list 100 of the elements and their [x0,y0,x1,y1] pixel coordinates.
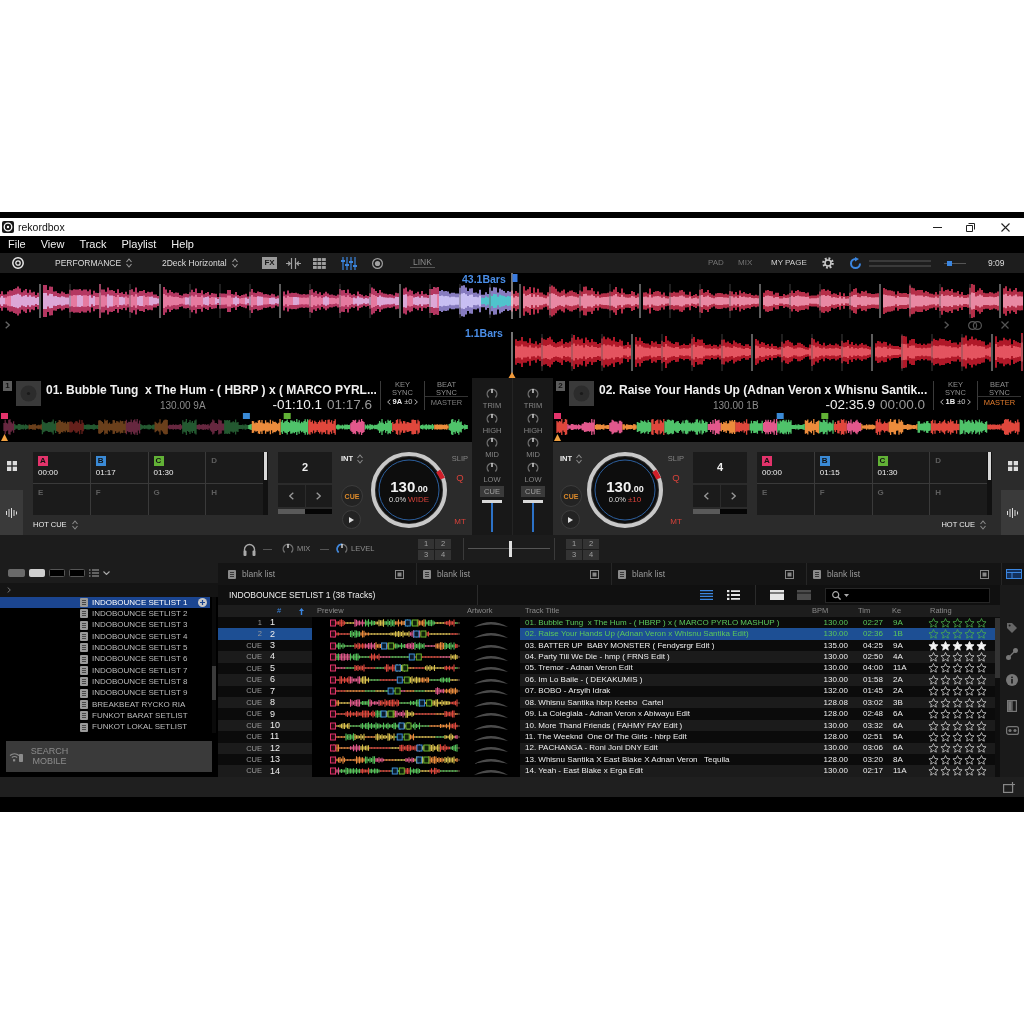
star-icon[interactable] [928,709,939,720]
menu-item[interactable]: Help [171,239,194,250]
star-icon[interactable] [928,686,939,697]
hot-cue-pad[interactable]: C 01:30 [148,452,206,483]
star-icon[interactable] [940,709,951,720]
star-icon[interactable] [928,754,939,765]
star-icon[interactable] [976,686,987,697]
star-icon[interactable] [952,731,963,742]
star-icon[interactable] [976,709,987,720]
star-icon[interactable] [940,629,951,640]
square-icon[interactable] [980,569,989,579]
square-icon[interactable] [395,569,404,579]
knob-icon[interactable] [486,388,498,400]
preview-waveform-drawing[interactable] [330,732,460,741]
knob-icon[interactable] [527,412,539,425]
star-icon[interactable] [940,731,951,742]
preview-waveform-drawing[interactable] [330,618,460,627]
square-icon[interactable] [590,569,599,579]
tag-icon[interactable] [1006,622,1018,634]
channel-fader[interactable] [522,500,544,532]
waveform-view-button[interactable] [1001,490,1024,535]
star-icon[interactable] [940,743,951,754]
play-button[interactable] [561,510,580,529]
star-icon[interactable] [964,617,975,628]
chevron-right-icon[interactable] [967,399,972,406]
chevron-right-icon[interactable] [7,587,11,593]
sliders-icon[interactable] [341,256,357,270]
tree-item[interactable]: INDOBOUNCE SETLIST 2 [0,608,210,620]
tree-item[interactable]: INDOBOUNCE SETLIST 1 [0,597,210,609]
crossfader-thumb[interactable] [508,541,512,557]
list-icon[interactable] [89,569,99,577]
preview-waveform-drawing[interactable] [330,630,460,639]
layout-dropdown[interactable]: 2Deck Horizontal [162,258,238,268]
star-icon[interactable] [976,720,987,731]
info-icon[interactable] [1006,674,1018,686]
preview-waveform-drawing[interactable] [330,755,460,764]
knob-icon[interactable] [527,461,539,474]
tree-item[interactable]: BREAKBEAT RYCKO RIA [0,698,210,711]
star-rating[interactable] [928,720,987,731]
star-rating[interactable] [928,754,987,765]
chevron-left-icon[interactable] [386,399,391,406]
star-icon[interactable] [952,709,963,720]
columns-icon[interactable] [1007,700,1017,712]
hot-cue-pad[interactable]: A 00:00 [757,452,814,483]
tree-item[interactable]: INDOBOUNCE SETLIST 8 [0,676,210,688]
close-icon[interactable] [1001,222,1010,232]
preview-waveform-drawing[interactable] [330,652,460,661]
star-icon[interactable] [976,731,987,742]
mode-dropdown[interactable]: PERFORMANCE [55,258,133,268]
fader-thumb[interactable] [523,500,543,503]
star-icon[interactable] [964,754,975,765]
tree-item[interactable]: INDOBOUNCE SETLIST 3 [0,619,210,631]
menu-item[interactable]: Track [79,239,107,250]
jog-wheel[interactable] [586,451,664,529]
tree-item[interactable]: INDOBOUNCE SETLIST 9 [0,687,210,699]
fx-button[interactable]: FX [262,257,277,269]
star-rating[interactable] [928,709,987,720]
star-rating[interactable] [928,674,987,685]
fader-thumb[interactable] [482,500,502,503]
star-icon[interactable] [964,720,975,731]
headphones-icon[interactable] [243,542,256,556]
star-icon[interactable] [952,720,963,731]
star-icon[interactable] [928,629,939,640]
knob-icon[interactable] [527,437,539,449]
preview-waveform-drawing[interactable] [330,641,460,650]
star-icon[interactable] [940,686,951,697]
knob-icon[interactable] [282,543,294,555]
menu-item[interactable]: File [8,239,26,250]
link-icon[interactable] [968,321,982,330]
tile-view-icon[interactable] [770,590,784,600]
star-icon[interactable] [928,663,939,674]
hot-cue-pad[interactable]: A 00:00 [33,452,90,483]
star-icon[interactable] [952,663,963,674]
channel-fader[interactable] [481,500,503,532]
star-icon[interactable] [928,697,939,708]
star-icon[interactable] [928,674,939,685]
star-icon[interactable] [940,720,951,731]
chevron-right-icon[interactable] [5,321,10,329]
star-rating[interactable] [928,663,987,674]
crossfader[interactable] [463,538,555,560]
star-icon[interactable] [940,674,951,685]
restore-icon[interactable] [966,222,975,232]
preview-waveform-drawing[interactable] [330,744,460,753]
star-icon[interactable] [928,651,939,662]
chevron-down-icon[interactable] [103,571,110,575]
star-icon[interactable] [964,743,975,754]
waveform-view-button[interactable] [0,490,23,535]
knob-icon[interactable] [486,437,498,449]
star-icon[interactable] [976,629,987,640]
layout-icon[interactable] [1006,569,1022,579]
star-icon[interactable] [928,766,939,777]
pad-grid-icon[interactable] [1007,461,1018,471]
list-view-icon[interactable] [700,590,713,600]
preview-waveform-drawing[interactable] [330,664,460,673]
pad-grid-icon[interactable] [6,461,17,471]
star-rating[interactable] [928,731,987,742]
preview-waveform-drawing[interactable] [330,687,460,696]
menu-item[interactable]: View [40,239,65,250]
star-icon[interactable] [952,766,963,777]
slider-thumb[interactable] [946,260,952,266]
